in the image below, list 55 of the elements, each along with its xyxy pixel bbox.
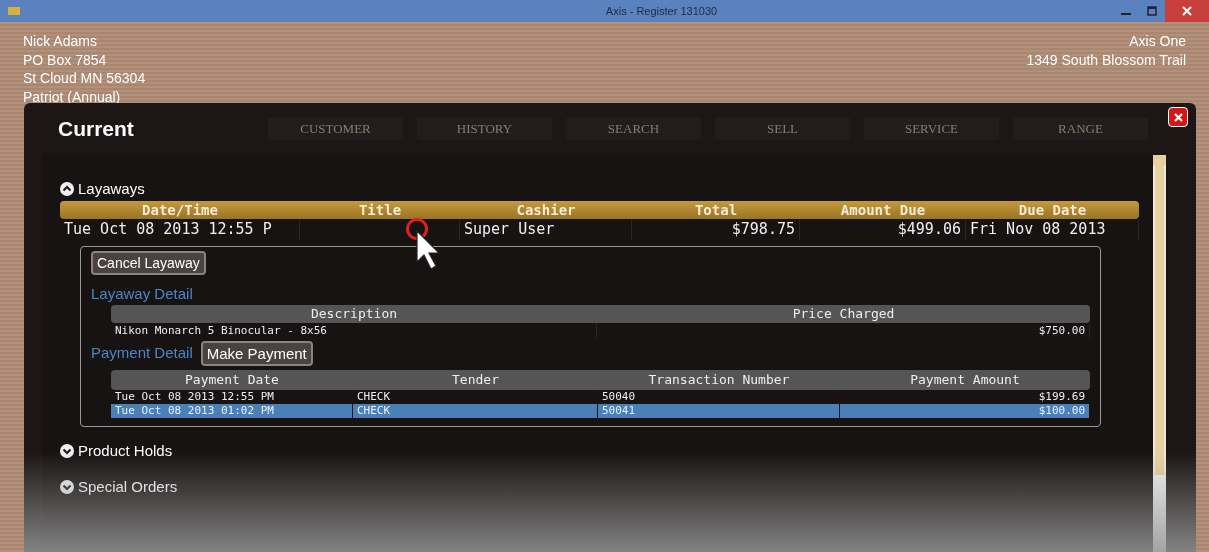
column-header[interactable]: Date/Time xyxy=(60,199,300,221)
column-header[interactable]: Amount Due xyxy=(800,199,966,221)
section-header[interactable]: Layaways xyxy=(60,177,145,201)
customer-info: Patriot (Annual) xyxy=(23,87,122,106)
table-cell: $100.00 xyxy=(840,404,1090,418)
customer-info: Nick Adams xyxy=(23,32,98,51)
tab[interactable]: HISTORY xyxy=(417,118,552,140)
column-header[interactable]: Cashier xyxy=(460,199,632,221)
table-row[interactable]: Tue Oct 08 2013 01:02 PM CHECK 50041 $100.00 xyxy=(111,404,1090,418)
section-header[interactable]: Special Orders xyxy=(60,475,178,499)
column-header[interactable]: Due Date xyxy=(966,199,1139,221)
close-icon xyxy=(1173,112,1183,122)
section-header[interactable]: Product Holds xyxy=(60,439,173,463)
tab[interactable]: CUSTOMER xyxy=(268,118,403,140)
table-cell: 50041 xyxy=(598,404,840,418)
store-info: Axis One xyxy=(1129,32,1186,51)
expand-icon xyxy=(60,480,74,494)
table-cell: Tue Oct 08 2013 01:02 PM xyxy=(111,404,353,418)
table-cell: $499.06 xyxy=(800,219,966,240)
close-icon xyxy=(1182,6,1192,16)
store-info: 1349 South Blossom Trail xyxy=(1026,50,1186,69)
column-header[interactable]: Transaction Number xyxy=(598,370,840,390)
table-cell: Nikon Monarch 5 Binocular - 8x56 xyxy=(111,322,597,340)
dialog-close-button[interactable] xyxy=(1168,107,1188,127)
column-header[interactable]: Title xyxy=(300,199,460,221)
app-icon xyxy=(8,7,20,15)
column-header[interactable]: Total xyxy=(632,199,800,221)
column-header[interactable]: Price Charged xyxy=(597,304,1090,324)
collapse-icon xyxy=(60,182,74,196)
table-cell: $798.75 xyxy=(632,219,800,240)
column-header[interactable]: Payment Date xyxy=(111,370,353,390)
table-cell: Super User xyxy=(460,219,632,240)
table-cell: Fri Nov 08 2013 xyxy=(966,219,1139,240)
tab[interactable]: SERVICE xyxy=(864,118,999,140)
restore-icon[interactable] xyxy=(1147,6,1157,16)
scrollbar[interactable] xyxy=(1153,155,1166,552)
table-cell: CHECK xyxy=(353,404,598,418)
expand-icon xyxy=(60,444,74,458)
tab[interactable]: SEARCH xyxy=(566,118,701,140)
column-header[interactable]: Payment Amount xyxy=(840,370,1090,390)
table-cell: Tue Oct 08 2013 12:55 P xyxy=(60,219,300,240)
window-title: Axis - Register 131030 xyxy=(605,3,718,19)
customer-info: PO Box 7854 xyxy=(23,50,108,69)
tab[interactable]: RANGE xyxy=(1013,118,1148,140)
column-header[interactable]: Tender xyxy=(353,370,598,390)
make-payment-button[interactable]: Make Payment xyxy=(200,341,313,366)
table-cell: $750.00 xyxy=(597,322,1090,340)
section-heading: Payment Detail xyxy=(91,343,193,364)
column-header[interactable]: Description xyxy=(111,304,597,324)
section-heading: Layaway Detail xyxy=(91,285,194,303)
tab[interactable]: SELL xyxy=(715,118,850,140)
close-button[interactable] xyxy=(1165,0,1209,22)
customer-info: St Cloud MN 56304 xyxy=(23,69,146,88)
cancel-layaway-button[interactable]: Cancel Layaway xyxy=(91,251,206,275)
dialog-title: Current xyxy=(58,116,135,143)
